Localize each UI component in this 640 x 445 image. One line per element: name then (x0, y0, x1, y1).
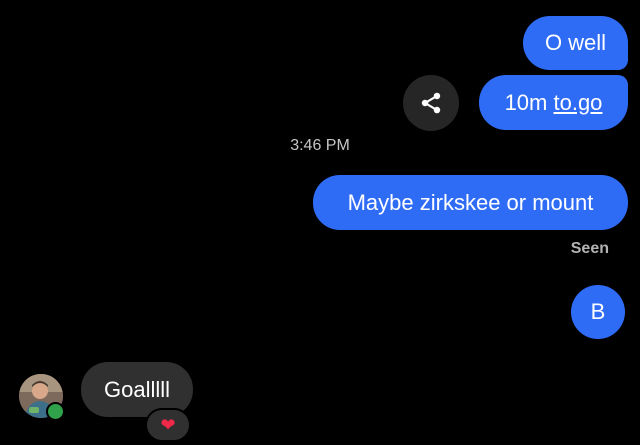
outgoing-message-bubble[interactable]: Maybe zirkskee or mount (313, 175, 628, 230)
share-icon (421, 92, 441, 114)
timestamp-text: 3:46 PM (290, 137, 350, 154)
message-reaction[interactable]: ❤ (145, 408, 191, 442)
outgoing-message-bubble-link[interactable]: 10m to.go (479, 75, 628, 130)
online-status-dot (46, 402, 65, 421)
message-text: B (590, 299, 606, 324)
outgoing-message-bubble[interactable]: O well (523, 16, 628, 70)
message-timestamp: 3:46 PM (0, 137, 640, 155)
message-text: Maybe zirkskee or mount (347, 189, 594, 215)
message-text: O well (544, 30, 607, 55)
read-receipt: Seen (570, 240, 609, 257)
message-text: 10m (504, 89, 554, 115)
outgoing-message-bubble[interactable]: B (571, 285, 625, 339)
heart-reaction-icon: ❤ (160, 415, 176, 435)
share-button[interactable] (403, 75, 459, 131)
message-text: Goalllll (103, 376, 171, 402)
message-link[interactable]: to.go (553, 91, 602, 114)
